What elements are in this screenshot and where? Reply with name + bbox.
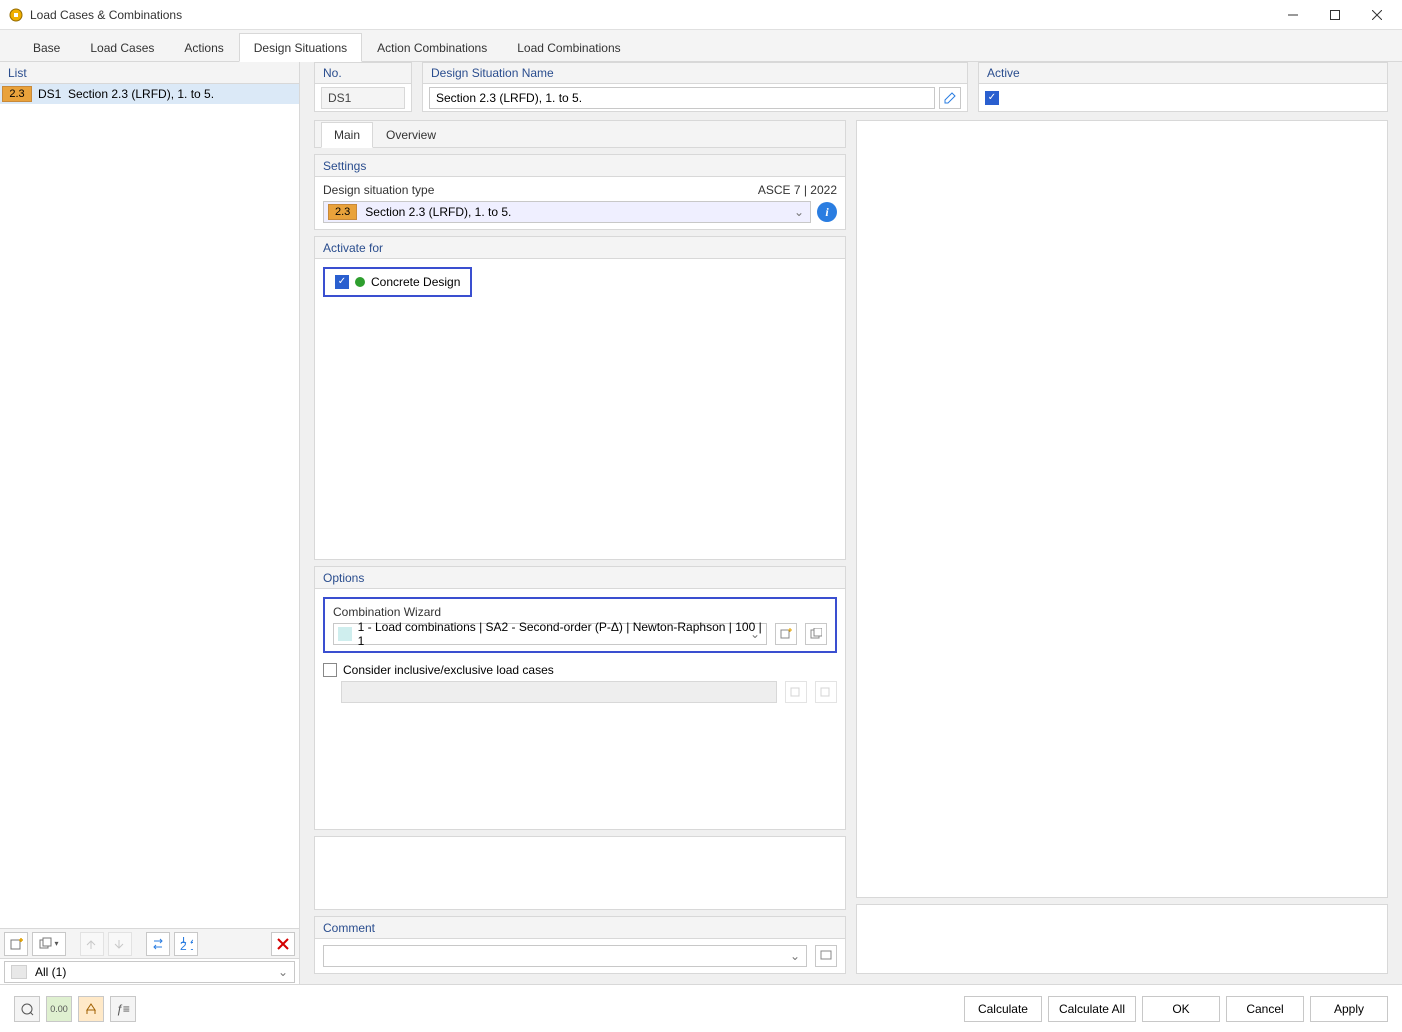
tab-base[interactable]: Base bbox=[18, 33, 75, 61]
help-button[interactable] bbox=[14, 996, 40, 1022]
tab-design-situations[interactable]: Design Situations bbox=[239, 33, 362, 62]
exclusive-edit-button bbox=[815, 681, 837, 703]
standard-label: ASCE 7 | 2022 bbox=[758, 183, 837, 197]
maximize-button[interactable] bbox=[1314, 1, 1356, 29]
consider-exclusive-label: Consider inclusive/exclusive load cases bbox=[343, 663, 554, 677]
app-icon bbox=[8, 7, 24, 23]
chevron-down-icon: ⌄ bbox=[794, 205, 804, 219]
list-header: List bbox=[0, 62, 299, 84]
edit-name-button[interactable] bbox=[939, 87, 961, 109]
calculate-all-button[interactable]: Calculate All bbox=[1048, 996, 1136, 1022]
tab-actions[interactable]: Actions bbox=[169, 33, 238, 61]
comment-header: Comment bbox=[315, 917, 845, 939]
close-button[interactable] bbox=[1356, 1, 1398, 29]
chevron-down-icon: ⌄ bbox=[278, 965, 288, 979]
wizard-dropdown[interactable]: 1 - Load combinations | SA2 - Second-ord… bbox=[333, 623, 767, 645]
list-row-desc: Section 2.3 (LRFD), 1. to 5. bbox=[68, 87, 299, 101]
settings-group: Settings Design situation type ASCE 7 | … bbox=[314, 154, 846, 230]
wizard-new-button[interactable] bbox=[775, 623, 797, 645]
activate-group: Activate for Concrete Design bbox=[314, 236, 846, 560]
new-item-button[interactable] bbox=[4, 932, 28, 956]
ok-button[interactable]: OK bbox=[1142, 996, 1220, 1022]
structure-button[interactable] bbox=[78, 996, 104, 1022]
options-group: Options Combination Wizard 1 - Load comb… bbox=[314, 566, 846, 830]
status-dot-icon bbox=[355, 277, 365, 287]
list-row-id: DS1 bbox=[36, 87, 68, 101]
function-button[interactable]: ƒ≡ bbox=[110, 996, 136, 1022]
list-toolbar: ▾ 1 22 1 bbox=[0, 928, 299, 958]
window-title: Load Cases & Combinations bbox=[30, 8, 1272, 22]
name-input[interactable]: Section 2.3 (LRFD), 1. to 5. bbox=[429, 87, 935, 109]
tool-button-1[interactable] bbox=[80, 932, 104, 956]
preview-box bbox=[856, 120, 1388, 898]
tab-load-combinations[interactable]: Load Combinations bbox=[502, 33, 635, 61]
settings-header: Settings bbox=[315, 155, 845, 177]
wizard-swatch-icon bbox=[338, 627, 352, 641]
situation-type-dropdown[interactable]: 2.3 Section 2.3 (LRFD), 1. to 5. ⌄ bbox=[323, 201, 811, 223]
list-row[interactable]: 2.3 DS1 Section 2.3 (LRFD), 1. to 5. bbox=[0, 84, 299, 104]
list-filter-dropdown[interactable]: All (1) ⌄ bbox=[4, 961, 295, 983]
info-button[interactable]: i bbox=[817, 202, 837, 222]
exclusive-new-button bbox=[785, 681, 807, 703]
delete-button[interactable] bbox=[271, 932, 295, 956]
wizard-label: Combination Wizard bbox=[333, 605, 827, 619]
combination-wizard-box: Combination Wizard 1 - Load combinations… bbox=[323, 597, 837, 653]
type-label: Design situation type bbox=[323, 183, 434, 197]
comment-group: Comment ⌄ bbox=[314, 916, 846, 974]
main-tabs: Base Load Cases Actions Design Situation… bbox=[0, 30, 1402, 62]
swap-button[interactable] bbox=[146, 932, 170, 956]
titlebar: Load Cases & Combinations bbox=[0, 0, 1402, 30]
list-filter-row: All (1) ⌄ bbox=[0, 958, 299, 984]
dd-text: Section 2.3 (LRFD), 1. to 5. bbox=[365, 205, 511, 219]
blank-group bbox=[314, 836, 846, 910]
calculate-button[interactable]: Calculate bbox=[964, 996, 1042, 1022]
wizard-value: 1 - Load combinations | SA2 - Second-ord… bbox=[358, 620, 762, 648]
filter-label: All (1) bbox=[35, 965, 66, 979]
concrete-design-option[interactable]: Concrete Design bbox=[323, 267, 472, 297]
options-header: Options bbox=[315, 567, 845, 589]
copy-item-button[interactable]: ▾ bbox=[32, 932, 66, 956]
name-header: Design Situation Name bbox=[422, 62, 968, 84]
cancel-button[interactable]: Cancel bbox=[1226, 996, 1304, 1022]
comment-button[interactable] bbox=[815, 945, 837, 967]
subtab-overview[interactable]: Overview bbox=[373, 122, 449, 147]
sub-tabs: Main Overview bbox=[314, 120, 846, 148]
dd-badge: 2.3 bbox=[328, 204, 357, 220]
minimize-button[interactable] bbox=[1272, 1, 1314, 29]
tab-action-combinations[interactable]: Action Combinations bbox=[362, 33, 502, 61]
comment-dropdown[interactable]: ⌄ bbox=[323, 945, 807, 967]
svg-text:2 1: 2 1 bbox=[180, 939, 193, 951]
subtab-main[interactable]: Main bbox=[321, 122, 373, 148]
active-header: Active bbox=[978, 62, 1388, 84]
filter-swatch-icon bbox=[11, 965, 27, 979]
tab-load-cases[interactable]: Load Cases bbox=[75, 33, 169, 61]
concrete-label: Concrete Design bbox=[371, 275, 460, 289]
apply-button[interactable]: Apply bbox=[1310, 996, 1388, 1022]
consider-exclusive-checkbox[interactable] bbox=[323, 663, 337, 677]
footer: 0.00 ƒ≡ Calculate Calculate All OK Cance… bbox=[0, 984, 1402, 1032]
left-panel: List 2.3 DS1 Section 2.3 (LRFD), 1. to 5… bbox=[0, 62, 300, 984]
tool-button-2[interactable] bbox=[108, 932, 132, 956]
right-panel: No. DS1 Design Situation Name Section 2.… bbox=[300, 62, 1402, 984]
list-body: 2.3 DS1 Section 2.3 (LRFD), 1. to 5. bbox=[0, 84, 299, 928]
concrete-checkbox[interactable] bbox=[335, 275, 349, 289]
no-header: No. bbox=[314, 62, 412, 84]
chevron-down-icon: ⌄ bbox=[790, 949, 800, 963]
no-field: DS1 bbox=[321, 87, 405, 109]
activate-header: Activate for bbox=[315, 237, 845, 259]
renumber-button[interactable]: 1 22 1 bbox=[174, 932, 198, 956]
list-row-badge: 2.3 bbox=[2, 86, 32, 102]
units-button[interactable]: 0.00 bbox=[46, 996, 72, 1022]
active-checkbox[interactable] bbox=[985, 91, 999, 105]
exclusive-disabled-field bbox=[341, 681, 777, 703]
info-box bbox=[856, 904, 1388, 974]
chevron-down-icon: ⌄ bbox=[750, 627, 760, 641]
wizard-edit-button[interactable] bbox=[805, 623, 827, 645]
